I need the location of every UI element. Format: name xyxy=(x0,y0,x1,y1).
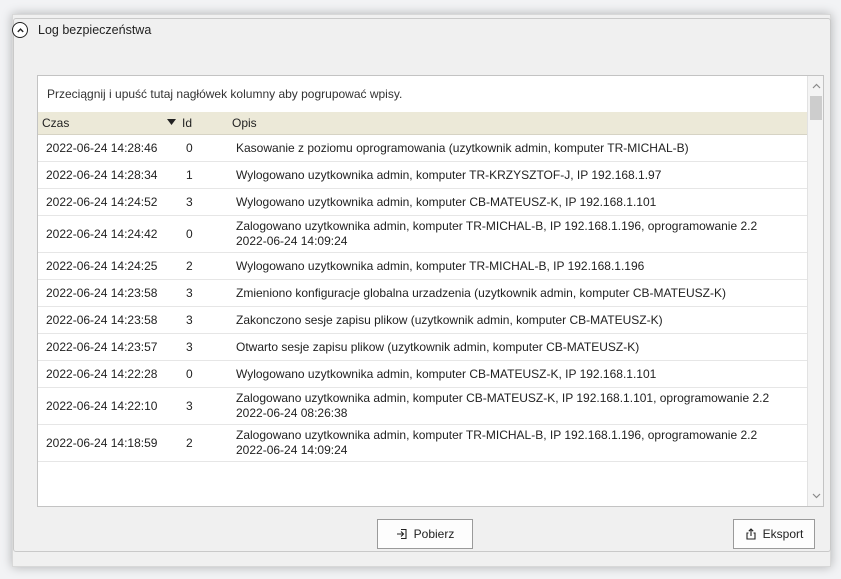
table-row[interactable]: 2022-06-24 14:18:59 2 Zalogowano uzytkow… xyxy=(38,425,807,462)
cell-description: Wylogowano uzytkownika admin, komputer C… xyxy=(236,366,657,381)
sign-in-icon xyxy=(396,528,407,540)
cell-id: 3 xyxy=(186,399,193,413)
cell-time: 2022-06-24 14:18:59 xyxy=(46,436,158,450)
export-button[interactable]: Eksport xyxy=(733,519,815,549)
download-button[interactable]: Pobierz xyxy=(377,519,473,549)
column-header-description[interactable]: Opis xyxy=(228,112,807,134)
vertical-scrollbar[interactable] xyxy=(807,76,823,506)
log-grid: Przeciągnij i upuść tutaj nagłówek kolum… xyxy=(37,75,824,507)
cell-id: 0 xyxy=(186,141,193,155)
column-header-label: Czas xyxy=(42,116,70,130)
group-by-panel[interactable]: Przeciągnij i upuść tutaj nagłówek kolum… xyxy=(38,76,807,112)
cell-description: Zalogowano uzytkownika admin, komputer T… xyxy=(228,216,807,252)
cell-id: 3 xyxy=(186,313,193,327)
column-header-label: Opis xyxy=(232,116,257,130)
cell-description: Wylogowano uzytkownika admin, komputer T… xyxy=(236,167,662,182)
panel-title: Log bezpieczeństwa xyxy=(38,23,152,37)
cell-time: 2022-06-24 14:24:42 xyxy=(46,227,158,241)
scroll-up-icon[interactable] xyxy=(808,78,823,94)
table-row[interactable]: 2022-06-24 14:24:52 3 Wylogowano uzytkow… xyxy=(38,189,807,216)
cell-description: Otwarto sesje zapisu plikow (uzytkownik … xyxy=(236,339,640,354)
scroll-down-icon[interactable] xyxy=(808,488,823,504)
description-line: 2022-06-24 14:09:24 xyxy=(236,443,348,457)
cell-description: Zalogowano uzytkownika admin, komputer C… xyxy=(228,388,807,424)
scroll-thumb[interactable] xyxy=(810,96,822,120)
download-button-label: Pobierz xyxy=(413,527,455,541)
grid-header: Czas Id Opis xyxy=(38,112,807,135)
description-line: 2022-06-24 08:26:38 xyxy=(236,406,348,420)
table-row[interactable]: 2022-06-24 14:24:25 2 Wylogowano uzytkow… xyxy=(38,253,807,280)
share-upload-icon xyxy=(746,528,756,540)
table-row[interactable]: 2022-06-24 14:22:10 3 Zalogowano uzytkow… xyxy=(38,388,807,425)
cell-description: Zalogowano uzytkownika admin, komputer T… xyxy=(228,425,807,461)
cell-id: 1 xyxy=(186,168,193,182)
cell-time: 2022-06-24 14:24:52 xyxy=(46,195,158,209)
cell-description: Wylogowano uzytkownika admin, komputer T… xyxy=(236,258,645,273)
cell-description: Zakonczono sesje zapisu plikow (uzytkown… xyxy=(236,312,663,327)
sort-descending-icon xyxy=(167,119,176,125)
cell-description: Zmieniono konfiguracje globalna urzadzen… xyxy=(236,285,726,300)
column-header-id[interactable]: Id xyxy=(178,112,228,134)
table-row[interactable]: 2022-06-24 14:22:28 0 Wylogowano uzytkow… xyxy=(38,361,807,388)
export-button-label: Eksport xyxy=(762,527,804,541)
cell-time: 2022-06-24 14:22:10 xyxy=(46,399,158,413)
cell-id: 3 xyxy=(186,340,193,354)
cell-description: Wylogowano uzytkownika admin, komputer C… xyxy=(236,194,657,209)
table-row[interactable]: 2022-06-24 14:23:57 3 Otwarto sesje zapi… xyxy=(38,334,807,361)
cell-description: Kasowanie z poziomu oprogramowania (uzyt… xyxy=(236,140,689,155)
column-header-time[interactable]: Czas xyxy=(38,112,178,134)
cell-id: 3 xyxy=(186,286,193,300)
cell-time: 2022-06-24 14:28:46 xyxy=(46,141,158,155)
cell-time: 2022-06-24 14:23:58 xyxy=(46,313,158,327)
grid-rows: 2022-06-24 14:28:46 0 Kasowanie z poziom… xyxy=(38,135,807,462)
chevron-up-circle-icon[interactable] xyxy=(12,22,28,38)
description-line: Zalogowano uzytkownika admin, komputer T… xyxy=(236,219,758,233)
cell-time: 2022-06-24 14:24:25 xyxy=(46,259,158,273)
table-row[interactable]: 2022-06-24 14:24:42 0 Zalogowano uzytkow… xyxy=(38,216,807,253)
description-line: Zalogowano uzytkownika admin, komputer T… xyxy=(236,428,758,442)
table-row[interactable]: 2022-06-24 14:28:34 1 Wylogowano uzytkow… xyxy=(38,162,807,189)
description-line: Zalogowano uzytkownika admin, komputer C… xyxy=(236,391,770,405)
cell-time: 2022-06-24 14:28:34 xyxy=(46,168,158,182)
table-row[interactable]: 2022-06-24 14:28:46 0 Kasowanie z poziom… xyxy=(38,135,807,162)
cell-time: 2022-06-24 14:23:57 xyxy=(46,340,158,354)
table-row[interactable]: 2022-06-24 14:23:58 3 Zmieniono konfigur… xyxy=(38,280,807,307)
cell-time: 2022-06-24 14:23:58 xyxy=(46,286,158,300)
description-line: 2022-06-24 14:09:24 xyxy=(236,234,348,248)
cell-id: 2 xyxy=(186,436,193,450)
column-header-label: Id xyxy=(182,116,193,130)
cell-time: 2022-06-24 14:22:28 xyxy=(46,367,158,381)
cell-id: 3 xyxy=(186,195,193,209)
cell-id: 2 xyxy=(186,259,193,273)
cell-id: 0 xyxy=(186,227,193,241)
panel-header: Log bezpieczeństwa xyxy=(12,20,151,40)
table-row[interactable]: 2022-06-24 14:23:58 3 Zakonczono sesje z… xyxy=(38,307,807,334)
cell-id: 0 xyxy=(186,367,193,381)
